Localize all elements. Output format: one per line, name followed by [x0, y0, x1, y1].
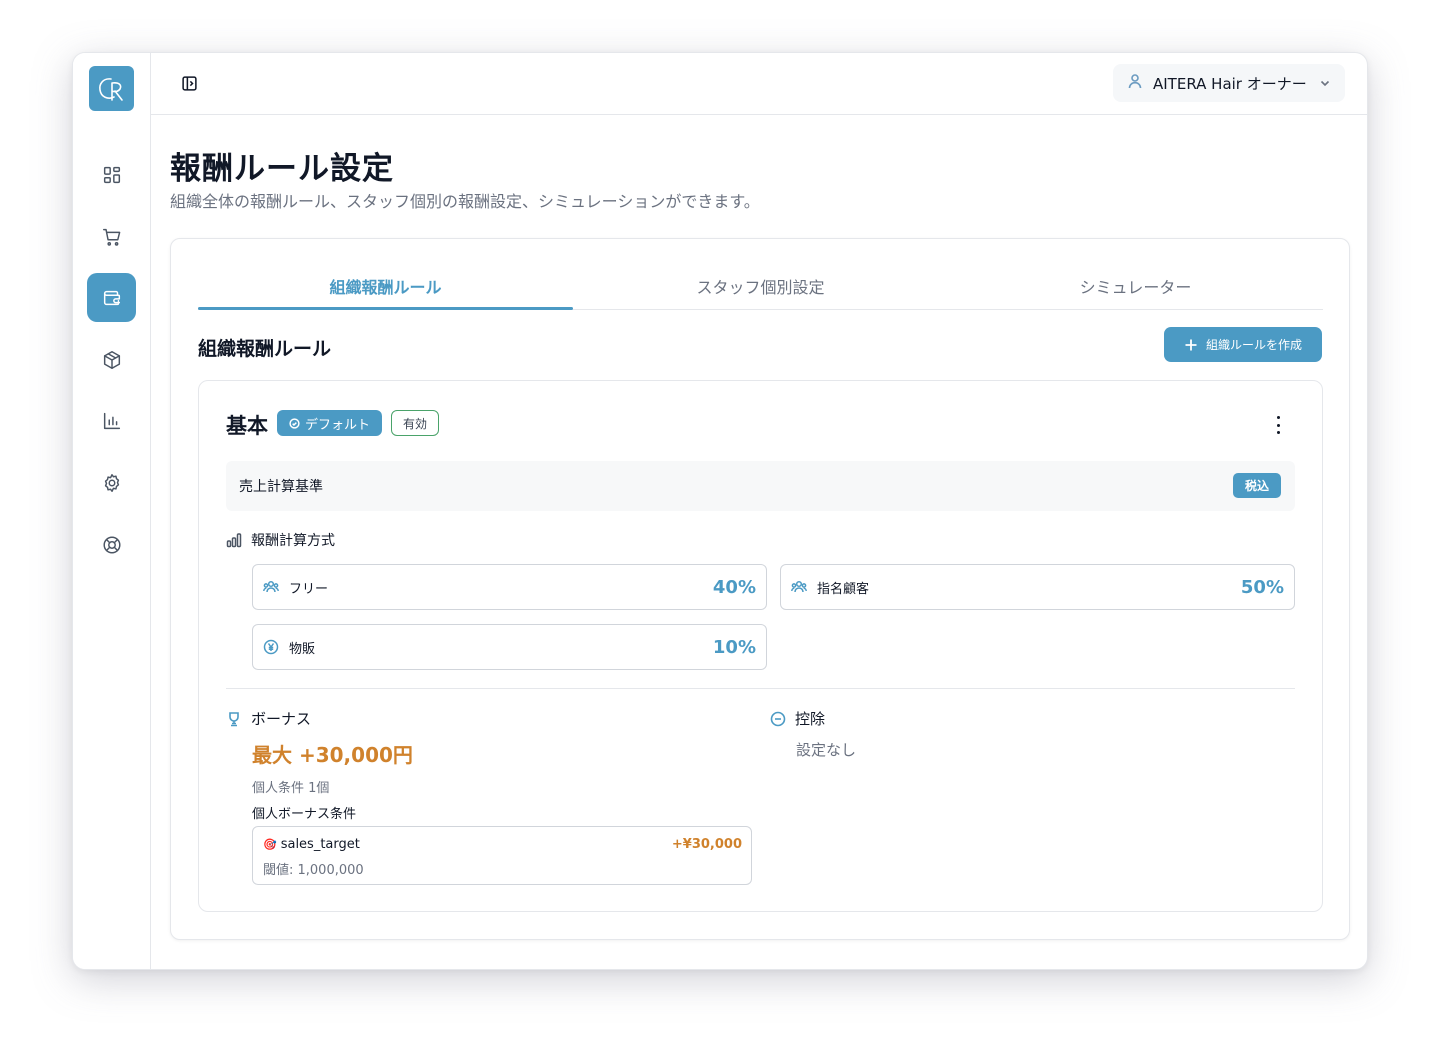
bar-chart-icon: [103, 412, 120, 429]
bonus-heading: ボーナス: [226, 708, 311, 729]
box-icon: [103, 350, 120, 369]
signal-bars-icon: [226, 533, 242, 548]
trophy-icon: [229, 711, 239, 726]
deduction-title: 控除: [795, 710, 826, 728]
tab-simulator[interactable]: シミュレーター: [948, 263, 1323, 309]
sidebar-toggle-button[interactable]: [179, 73, 199, 93]
condition-threshold: 閾値: 1,000,000: [263, 863, 364, 878]
user-name: AITERA Hair オーナー: [1153, 74, 1307, 93]
user-menu-button[interactable]: AITERA Hair オーナー: [1113, 64, 1345, 102]
chevron-down-icon: [1319, 74, 1331, 93]
rate-label: フリー: [289, 581, 329, 597]
gear-icon: [104, 473, 119, 492]
bonus-condition-title: 個人ボーナス条件: [252, 807, 357, 822]
main-content: 報酬ルール設定 組織全体の報酬ルール、スタッフ個別の報酬設定、シミュレーションが…: [151, 115, 1367, 969]
deduction-heading: 控除: [770, 708, 825, 729]
lifebuoy-icon: [102, 535, 121, 554]
wallet-icon: [103, 290, 120, 305]
rule-name: 基本: [226, 414, 268, 438]
default-badge-label: デフォルト: [305, 417, 371, 433]
panel-toggle-icon: [181, 75, 197, 91]
rate-value: 50%: [1240, 576, 1284, 598]
page-subtitle: 組織全体の報酬ルール、スタッフ個別の報酬設定、シミュレーションができます。: [170, 192, 760, 211]
more-options-icon[interactable]: [1270, 416, 1286, 434]
user-icon: [1127, 73, 1143, 93]
sidebar-item-support[interactable]: [87, 520, 136, 569]
sidebar-item-wallet[interactable]: [87, 273, 136, 322]
cart-icon: [102, 228, 120, 246]
rate-card-free: フリー 40%: [252, 564, 767, 610]
calc-method-heading: 報酬計算方式: [226, 530, 335, 550]
sales-basis-row: 売上計算基準 税込: [226, 461, 1295, 511]
rate-value: 10%: [712, 636, 756, 658]
bonus-title: ボーナス: [251, 710, 312, 728]
sales-basis-label: 売上計算基準: [239, 479, 323, 495]
sidebar-item-analytics[interactable]: [87, 396, 136, 445]
app-logo[interactable]: [89, 66, 134, 111]
rate-card-retail: 物販 10%: [252, 624, 767, 670]
condition-name: sales_target: [280, 837, 360, 852]
tab-bar: 組織報酬ルール スタッフ個別設定 シミュレーター: [198, 263, 1323, 310]
sidebar-item-dashboard[interactable]: [87, 150, 136, 199]
section-title: 組織報酬ルール: [198, 338, 332, 360]
rate-label: 指名顧客: [817, 581, 870, 597]
rules-card: 組織報酬ルール スタッフ個別設定 シミュレーター 組織報酬ルール 組織ルールを作…: [170, 238, 1350, 940]
rule-card: 基本 デフォルト 有効 売上計算基準 税込 報酬計算方式 フリー 40% 指名顧…: [198, 380, 1323, 912]
check-circle-icon: [289, 417, 300, 429]
sidebar-item-products[interactable]: [87, 335, 136, 384]
target-icon: 🎯: [263, 838, 277, 851]
sidebar-item-cart[interactable]: [87, 212, 136, 261]
page-title: 報酬ルール設定: [170, 151, 394, 187]
active-badge: 有効: [391, 410, 440, 436]
bonus-condition-count: 個人条件 1個: [252, 781, 330, 796]
grid-icon: [103, 166, 120, 183]
top-bar: AITERA Hair オーナー: [151, 53, 1367, 115]
calc-method-title: 報酬計算方式: [251, 533, 335, 549]
tab-staff-settings[interactable]: スタッフ個別設定: [573, 263, 948, 309]
section-divider: [226, 688, 1295, 689]
bonus-condition-item: 🎯 sales_target 閾値: 1,000,000 +¥30,000: [252, 826, 752, 885]
yen-icon: [263, 639, 279, 655]
sales-basis-badge: 税込: [1232, 473, 1281, 498]
create-rule-label: 組織ルールを作成: [1205, 338, 1302, 352]
logo-mark-icon: [98, 77, 123, 101]
condition-amount: +¥30,000: [671, 837, 742, 852]
rate-value: 40%: [712, 576, 756, 598]
tab-organization-rules[interactable]: 組織報酬ルール: [198, 263, 573, 310]
deduction-value: 設定なし: [796, 741, 857, 759]
plus-icon: [1185, 339, 1197, 350]
create-rule-button[interactable]: 組織ルールを作成: [1164, 327, 1322, 362]
sidebar-item-settings[interactable]: [87, 458, 136, 507]
app-window: AITERA Hair オーナー 報酬ルール設定 組織全体の報酬ルール、スタッフ…: [73, 53, 1367, 969]
users-icon: [791, 580, 807, 593]
users-icon: [263, 580, 279, 593]
default-badge: デフォルト: [277, 410, 383, 436]
rate-label: 物販: [289, 641, 316, 657]
bonus-max-amount: 最大 +30,000円: [252, 743, 413, 767]
rate-card-nominated: 指名顧客 50%: [780, 564, 1295, 610]
sidebar: [73, 53, 151, 969]
minus-circle-icon: [770, 711, 786, 726]
